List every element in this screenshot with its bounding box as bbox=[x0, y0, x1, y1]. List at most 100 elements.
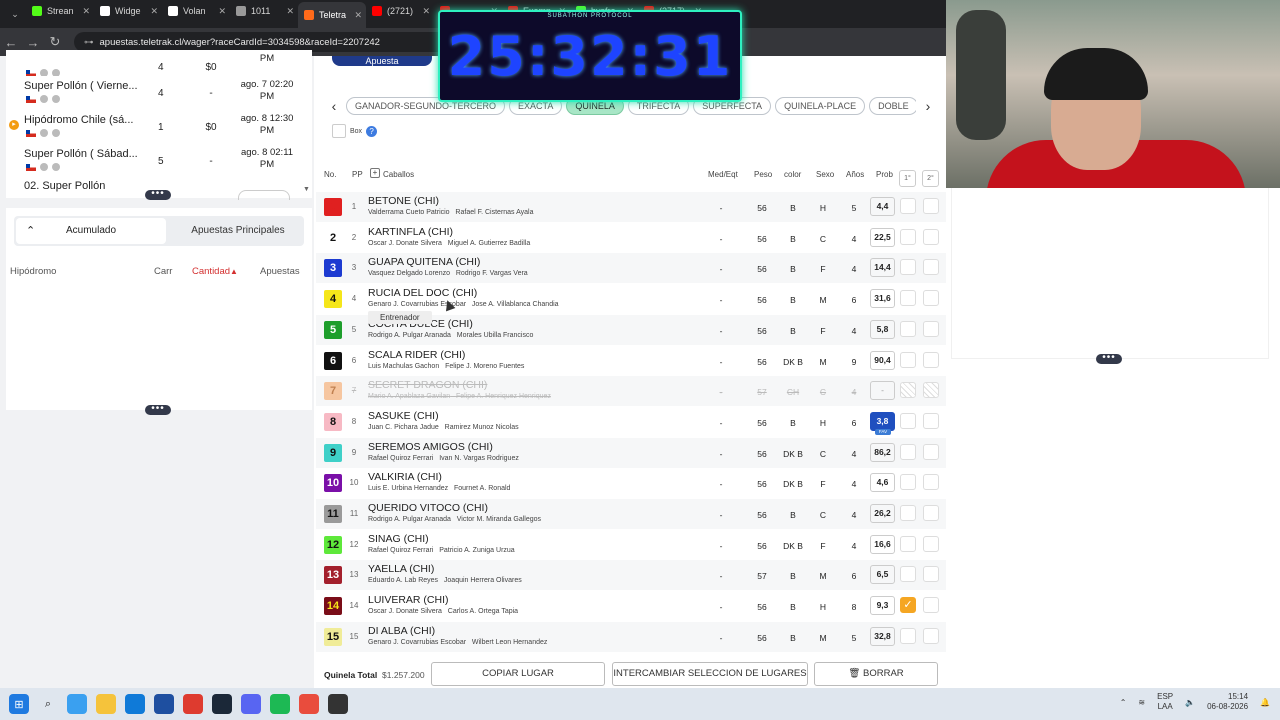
bet-type-pill[interactable]: QUINELA-PLACE bbox=[775, 97, 866, 115]
first-place-checkbox[interactable]: ✓ bbox=[900, 597, 916, 614]
panel-resize-handle[interactable]: ••• bbox=[145, 404, 171, 415]
second-place-checkbox[interactable] bbox=[923, 198, 939, 214]
close-tab-icon[interactable]: ✕ bbox=[354, 10, 362, 21]
col-cantidad[interactable]: Cantidad▲ bbox=[192, 266, 238, 277]
more-races-handle[interactable]: ••• bbox=[145, 189, 171, 200]
edge-icon[interactable] bbox=[125, 694, 145, 714]
horse-name[interactable]: DI ALBA (CHI) bbox=[368, 625, 435, 637]
second-place-checkbox[interactable] bbox=[923, 535, 939, 552]
notification-icon[interactable]: 🔔 bbox=[1260, 698, 1270, 707]
search-icon[interactable]: ⌕ bbox=[38, 694, 58, 714]
box-checkbox[interactable] bbox=[332, 124, 346, 138]
first-place-checkbox[interactable] bbox=[900, 627, 916, 644]
horse-name[interactable]: SECRET DRAGON (CHI) bbox=[368, 379, 487, 391]
copilot-icon[interactable] bbox=[67, 694, 87, 714]
second-place-checkbox[interactable] bbox=[923, 566, 939, 583]
horse-name[interactable]: YAELLA (CHI) bbox=[368, 563, 434, 575]
first-place-checkbox[interactable] bbox=[900, 259, 916, 276]
star-icon[interactable] bbox=[40, 129, 48, 137]
star-icon[interactable] bbox=[40, 163, 48, 171]
first-place-checkbox[interactable] bbox=[900, 198, 916, 214]
clock[interactable]: 15:14 06-08-2026 bbox=[1207, 692, 1248, 712]
horse-name[interactable]: SEREMOS AMIGOS (CHI) bbox=[368, 441, 493, 453]
expand-icon[interactable]: + bbox=[370, 168, 380, 178]
horse-name[interactable]: VALKIRIA (CHI) bbox=[368, 471, 442, 483]
first-place-checkbox[interactable] bbox=[900, 535, 916, 552]
second-place-checkbox[interactable] bbox=[923, 443, 939, 460]
spotify-icon[interactable] bbox=[270, 694, 290, 714]
first-place-checkbox[interactable] bbox=[900, 412, 916, 429]
chevron-left-icon[interactable]: ‹ bbox=[326, 98, 342, 114]
browser-tab[interactable]: Widge ✕ bbox=[94, 0, 162, 22]
steam-icon[interactable] bbox=[212, 694, 232, 714]
forward-icon[interactable]: → bbox=[22, 35, 44, 50]
scroll-down-arrow[interactable]: ▼ bbox=[303, 186, 310, 193]
tray-chevron-icon[interactable]: ⌃ bbox=[1120, 698, 1127, 707]
first-place-checkbox[interactable] bbox=[900, 228, 916, 245]
chrome-active-icon[interactable] bbox=[299, 694, 319, 714]
second-place-checkbox[interactable] bbox=[923, 627, 939, 644]
horse-name[interactable]: SINAG (CHI) bbox=[368, 533, 429, 545]
first-place-checkbox[interactable] bbox=[900, 382, 916, 399]
horse-name[interactable]: SCALA RIDER (CHI) bbox=[368, 349, 465, 361]
col-second[interactable]: 2° bbox=[922, 170, 939, 187]
tab-acumulado[interactable]: ⌃ Acumulado bbox=[16, 218, 166, 244]
chevron-right-icon[interactable]: › bbox=[920, 98, 936, 114]
info-icon[interactable] bbox=[52, 129, 60, 137]
close-tab-icon[interactable]: ✕ bbox=[422, 6, 430, 17]
horse-name[interactable]: SASUKE (CHI) bbox=[368, 410, 439, 422]
copy-place-button[interactable]: COPIAR LUGAR bbox=[431, 662, 605, 686]
tab-apuestas-principales[interactable]: Apuestas Principales bbox=[174, 216, 302, 246]
back-icon[interactable]: ← bbox=[0, 35, 22, 50]
horse-name[interactable]: GUAPA QUITENA (CHI) bbox=[368, 256, 480, 268]
race-list-item[interactable]: Super Pollón ( Vierne... 4 - ago. 7 02:20 P… bbox=[6, 76, 312, 110]
browser-tab[interactable]: (2721) ✕ bbox=[366, 0, 434, 22]
url-field[interactable]: ⊶ apuestas.teletrak.cl/wager?raceCardId=… bbox=[74, 32, 494, 52]
first-place-checkbox[interactable] bbox=[900, 566, 916, 583]
first-place-checkbox[interactable] bbox=[900, 290, 916, 307]
lang-indicator[interactable]: ESP LAA bbox=[1157, 692, 1173, 712]
reload-icon[interactable]: ↻ bbox=[44, 34, 66, 50]
first-place-checkbox[interactable] bbox=[900, 443, 916, 460]
first-place-checkbox[interactable] bbox=[900, 474, 916, 491]
horse-name[interactable]: LUIVERAR (CHI) bbox=[368, 594, 449, 606]
second-place-checkbox[interactable] bbox=[923, 228, 939, 245]
collapse-icon[interactable]: ⌃ bbox=[26, 218, 35, 244]
wifi-icon[interactable]: ≋ bbox=[1138, 698, 1145, 707]
clear-selections-button[interactable]: 🗑 BORRAR SELECCIONES bbox=[814, 662, 938, 701]
second-place-checkbox[interactable] bbox=[923, 351, 939, 368]
horse-name[interactable]: BETONE (CHI) bbox=[368, 195, 439, 207]
info-icon[interactable] bbox=[52, 163, 60, 171]
close-tab-icon[interactable]: ✕ bbox=[218, 6, 226, 17]
store-icon[interactable] bbox=[154, 694, 174, 714]
chrome-icon[interactable] bbox=[183, 694, 203, 714]
close-tab-icon[interactable]: ✕ bbox=[82, 6, 90, 17]
race-list-item[interactable]: Super Pollón ( Sábad... 5 - ago. 8 02:11 PM bbox=[6, 144, 312, 178]
horse-name[interactable]: RUCIA DEL DOC (CHI) bbox=[368, 287, 477, 299]
second-place-checkbox[interactable] bbox=[923, 474, 939, 491]
star-icon[interactable] bbox=[40, 95, 48, 103]
browser-tab[interactable]: Volan ✕ bbox=[162, 0, 230, 22]
col-first[interactable]: 1° bbox=[899, 170, 916, 187]
help-icon[interactable]: ? bbox=[366, 125, 378, 137]
second-place-checkbox[interactable] bbox=[923, 505, 939, 521]
right-panel-handle[interactable]: ••• bbox=[1096, 353, 1122, 364]
race-list-item[interactable]: ▸ Hipódromo Chile (sá... 1 $0 ago. 8 12:30 P… bbox=[6, 110, 312, 144]
sort-asc-icon[interactable]: ▲ bbox=[230, 267, 238, 276]
apuesta-tab[interactable]: Apuesta bbox=[332, 56, 432, 66]
discord-icon[interactable] bbox=[241, 694, 261, 714]
first-place-checkbox[interactable] bbox=[900, 351, 916, 368]
second-place-checkbox[interactable] bbox=[923, 290, 939, 307]
second-place-checkbox[interactable] bbox=[923, 597, 939, 614]
first-place-checkbox[interactable] bbox=[900, 320, 916, 337]
file-explorer-icon[interactable] bbox=[96, 694, 116, 714]
second-place-checkbox[interactable] bbox=[923, 259, 939, 276]
browser-tab[interactable]: 1011 ✕ bbox=[230, 0, 298, 22]
obs-icon[interactable] bbox=[328, 694, 348, 714]
browser-tab[interactable]: Strean ✕ bbox=[26, 0, 94, 22]
site-info-icon[interactable]: ⊶ bbox=[84, 37, 94, 48]
close-tab-icon[interactable]: ✕ bbox=[286, 6, 294, 17]
second-place-checkbox[interactable] bbox=[923, 382, 939, 399]
second-place-checkbox[interactable] bbox=[923, 320, 939, 337]
horse-name[interactable]: KARTINFLA (CHI) bbox=[368, 226, 453, 238]
